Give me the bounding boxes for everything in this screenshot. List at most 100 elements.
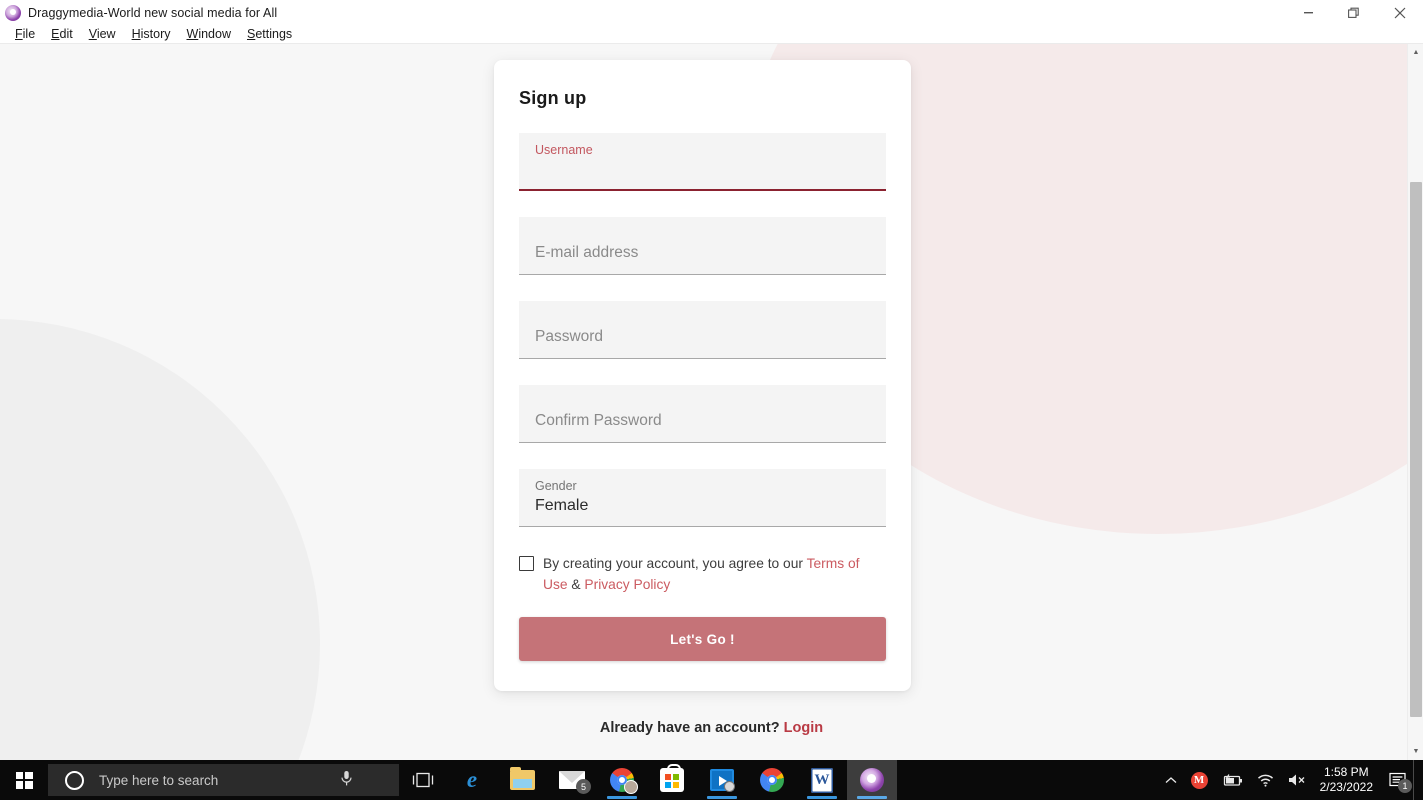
menu-item-settings[interactable]: Settings [239,25,300,43]
taskbar-app-microsoft-edge[interactable]: e [447,760,497,800]
taskbar-app-mail[interactable]: 5 [547,760,597,800]
tray-mail-indicator[interactable]: M [1184,760,1215,800]
menu-label: ile [22,27,36,41]
menu-label: dit [59,27,73,41]
username-field[interactable]: Username [519,133,886,191]
scroll-up-arrow-icon[interactable]: ▲ [1408,44,1423,61]
menu-label: ettings [255,27,293,41]
file-explorer-icon [509,767,535,790]
gender-label: Gender [535,479,577,493]
start-button[interactable] [0,760,48,800]
wifi-icon [1257,774,1273,787]
menu-item-window[interactable]: Window [179,25,239,43]
menu-label: iew [96,27,116,41]
menu-item-view[interactable]: View [81,25,124,43]
submit-signup-button[interactable]: Let's Go ! [519,617,886,661]
clock-date: 2/23/2022 [1319,780,1373,794]
page-title: Sign up [519,88,587,108]
taskbar-search[interactable]: Type here to search [48,764,399,796]
terms-text: By creating your account, you agree to o… [543,553,883,595]
menu-accel: E [51,27,60,41]
battery-button[interactable] [1215,760,1250,800]
windows-start-icon [15,771,33,789]
windows-taskbar: Type here to search e 5 W M 1:58 PM 2/23… [0,760,1423,800]
volume-button[interactable] [1281,760,1314,800]
avatar [624,780,638,794]
taskbar-app-microsoft-store[interactable] [647,760,697,800]
taskbar-app-movies-and-tv[interactable] [697,760,747,800]
microphone-icon[interactable] [340,770,353,791]
draggymedia-logo-icon [5,4,21,21]
chrome-icon [760,768,784,792]
show-desktop-button[interactable] [1413,760,1419,800]
clock-badge-icon [724,781,735,792]
login-link[interactable]: Login [784,720,823,736]
window-titlebar: Draggymedia-World new social media for A… [0,0,1423,25]
menu-label: indow [198,27,231,41]
window-controls [1285,0,1423,25]
taskbar-clock[interactable]: 1:58 PM 2/23/2022 [1314,765,1383,795]
gender-select[interactable]: Gender Female [519,469,886,527]
taskbar-app-google-chrome[interactable] [747,760,797,800]
privacy-policy-link[interactable]: Privacy Policy [584,577,670,592]
search-input[interactable]: Type here to search [99,773,218,788]
terms-text-before: By creating your account, you agree to o… [543,556,807,571]
page-scrollbar[interactable]: ▲ ▼ [1407,44,1423,760]
scroll-down-arrow-icon[interactable]: ▼ [1408,743,1423,760]
terms-text-middle: & [567,577,585,592]
notification-count-badge: 1 [1398,779,1412,793]
taskbar-app-google-chrome-profile[interactable] [597,760,647,800]
menu-item-history[interactable]: History [124,25,179,43]
cortana-circle-icon [65,770,84,790]
terms-checkbox[interactable] [519,556,534,571]
close-icon [1394,7,1406,18]
page-viewport: Sign up Username E-mail address Password… [0,44,1423,760]
confirm-password-field[interactable]: Confirm Password [519,385,886,443]
close-button[interactable] [1377,0,1423,25]
show-hidden-icons-chevron-up-icon [1165,776,1177,783]
chrome-icon [610,768,638,794]
task-view-button[interactable] [399,760,447,800]
login-prompt-text: Already have an account? [599,720,780,736]
email-field[interactable]: E-mail address [519,217,886,275]
terms-agreement-row: By creating your account, you agree to o… [519,553,886,595]
microphone-glyph [341,770,352,785]
show-hidden-icons-button[interactable] [1158,760,1184,800]
menu-accel: H [131,27,141,41]
gmail-m-icon: M [1190,771,1208,789]
taskbar-app-draggymedia[interactable] [847,760,897,800]
signup-card: Sign up Username E-mail address Password… [494,60,911,691]
network-button[interactable] [1250,760,1281,800]
volume-muted-icon [1288,774,1305,786]
system-tray: M 1:58 PM 2/23/2022 1 [1158,760,1423,800]
word-icon: W [811,767,833,793]
scrollbar-thumb[interactable] [1410,182,1422,717]
menu-item-edit[interactable]: Edit [43,25,81,43]
menu-item-file[interactable]: File [7,25,43,43]
draggymedia-icon [860,768,884,792]
login-prompt: Already have an account? Login [0,720,1423,736]
email-input-placeholder: E-mail address [535,244,639,261]
store-grid-glyph [665,774,679,788]
username-label: Username [535,143,593,157]
mail-unread-badge: 5 [576,779,591,794]
taskbar-app-list: e 5 W [447,760,897,800]
movies-and-tv-icon [710,769,735,792]
password-field[interactable]: Password [519,301,886,359]
restore-icon [1348,7,1359,18]
task-view-icon [412,772,434,788]
minimize-icon [1303,12,1313,14]
username-input[interactable] [535,162,870,180]
minimize-button[interactable] [1285,0,1331,25]
edge-icon: e [466,767,478,792]
taskbar-app-microsoft-word[interactable]: W [797,760,847,800]
action-center-button[interactable]: 1 [1383,760,1413,800]
window-title: Draggymedia-World new social media for A… [28,5,278,20]
screen-root: Draggymedia-World new social media for A… [0,0,1423,800]
restore-button[interactable] [1331,0,1377,25]
menu-accel: V [88,27,97,41]
taskbar-app-file-explorer[interactable] [497,760,547,800]
application-menubar: File Edit View History Window Settings [0,25,1423,44]
battery-charging-icon [1223,773,1242,786]
menu-accel: F [15,27,23,41]
